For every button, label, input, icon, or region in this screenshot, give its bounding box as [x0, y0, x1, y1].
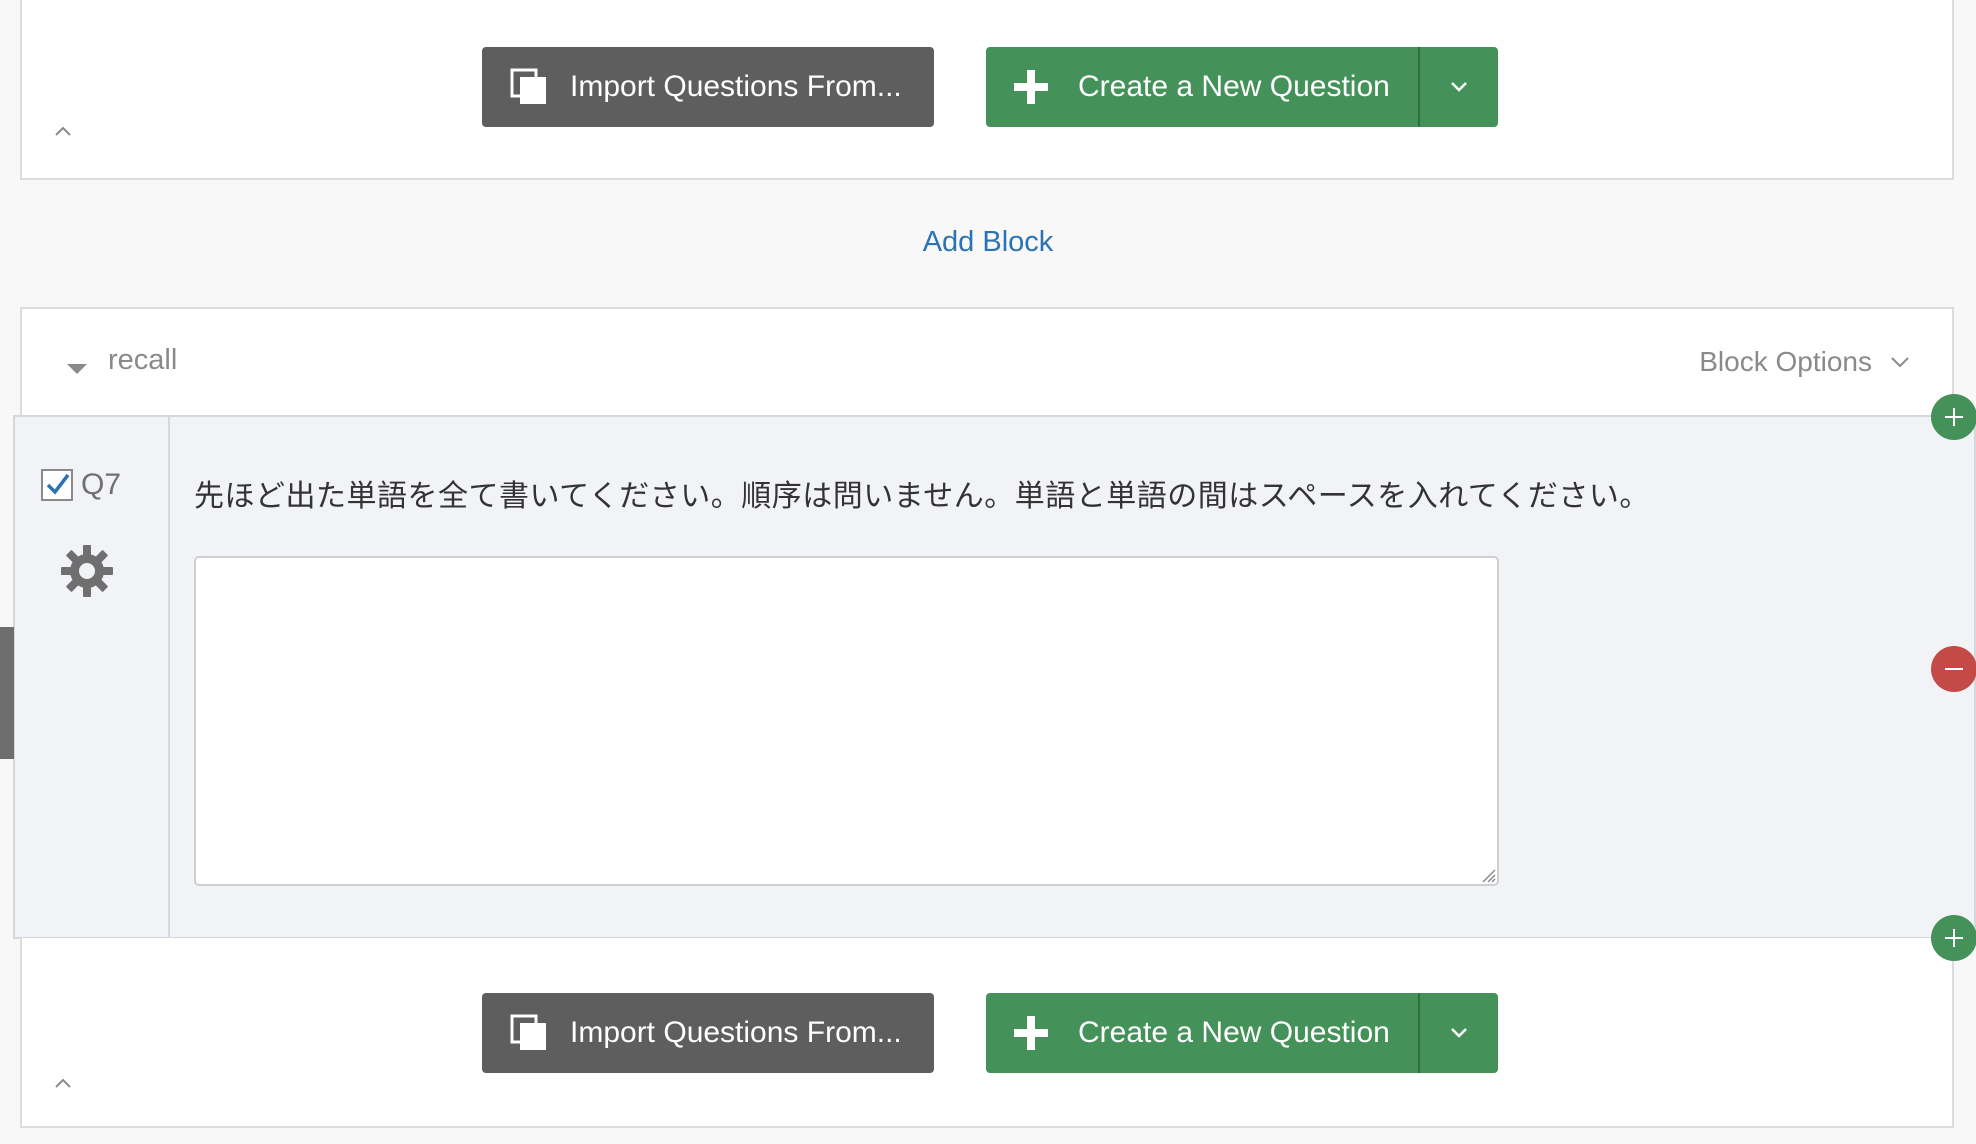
chevron-up-icon[interactable]	[52, 1072, 74, 1094]
checkmark-icon	[46, 473, 70, 495]
resize-grip-icon[interactable]	[1481, 868, 1497, 884]
plus-icon	[1945, 929, 1963, 947]
import-questions-button[interactable]: Import Questions From...	[482, 47, 934, 127]
chevron-down-icon	[1891, 357, 1909, 368]
question-number: Q7	[81, 468, 122, 501]
question-type-dropdown-button[interactable]	[1420, 47, 1498, 127]
plus-icon	[1014, 70, 1048, 104]
answer-text-entry[interactable]	[194, 556, 1499, 886]
create-new-question-label: Create a New Question	[1078, 1016, 1390, 1049]
copy-pages-icon	[510, 68, 546, 104]
chevron-up-icon[interactable]	[52, 120, 74, 142]
create-question-group: Create a New Question	[986, 993, 1498, 1073]
copy-pages-icon	[510, 1014, 546, 1050]
import-questions-label: Import Questions From...	[570, 1016, 902, 1049]
create-question-group: Create a New Question	[986, 47, 1498, 127]
chevron-down-icon	[1451, 82, 1467, 92]
remove-question-button[interactable]	[1931, 646, 1976, 692]
create-new-question-button[interactable]: Create a New Question	[986, 993, 1418, 1073]
create-new-question-button[interactable]: Create a New Question	[986, 47, 1418, 127]
question-body: 先ほど出た単語を全て書いてください。順序は問いません。単語と単語の間はスペースを…	[170, 417, 1974, 937]
question-gutter: Q7	[15, 417, 170, 937]
block-options-menu[interactable]: Block Options	[1699, 346, 1912, 378]
plus-icon	[1014, 1016, 1048, 1050]
recall-block-footer: Import Questions From... Create a New Qu…	[20, 938, 1954, 1128]
add-question-above-button[interactable]	[1931, 394, 1976, 440]
caret-down-icon[interactable]	[64, 355, 90, 381]
add-block-link[interactable]: Add Block	[0, 226, 1976, 259]
question-type-dropdown-button[interactable]	[1420, 993, 1498, 1073]
create-new-question-label: Create a New Question	[1078, 70, 1390, 103]
add-question-below-button[interactable]	[1931, 915, 1976, 961]
block-name[interactable]: recall	[108, 344, 177, 377]
import-questions-button[interactable]: Import Questions From...	[482, 993, 934, 1073]
import-questions-label: Import Questions From...	[570, 70, 902, 103]
question-select-checkbox[interactable]	[41, 469, 73, 501]
question-q7[interactable]: Q7 先ほど出た単語を全て書いてください。順序は問いません。単語と単語の間はスペ…	[13, 415, 1976, 939]
previous-block-footer: Import Questions From... Create a New Qu…	[20, 0, 1954, 180]
question-move-handle[interactable]	[0, 627, 14, 759]
question-text[interactable]: 先ほど出た単語を全て書いてください。順序は問いません。単語と単語の間はスペースを…	[194, 471, 1650, 515]
block-options-label: Block Options	[1699, 346, 1872, 377]
plus-icon	[1945, 408, 1963, 426]
gear-icon[interactable]	[59, 543, 115, 599]
minus-icon	[1945, 668, 1963, 670]
chevron-down-icon	[1451, 1028, 1467, 1038]
